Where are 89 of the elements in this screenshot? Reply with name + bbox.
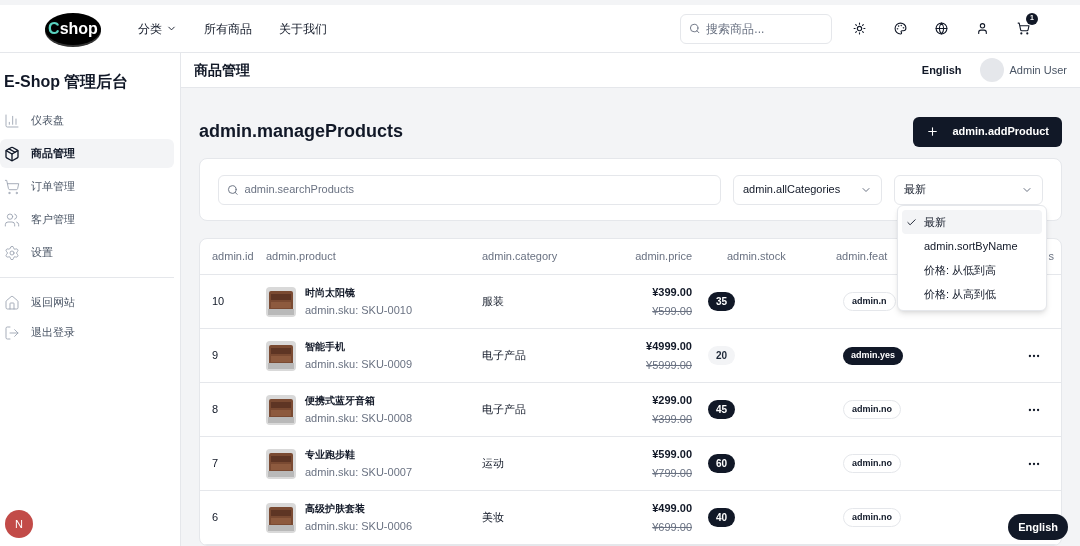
box-icon	[4, 145, 20, 162]
sidebar-item[interactable]: 返回网站	[0, 288, 180, 317]
sidebar-item[interactable]: 商品管理	[0, 139, 174, 168]
menu-item[interactable]: admin.sortByName	[902, 234, 1042, 258]
stock-badge: 40	[708, 508, 736, 527]
original-price: ¥399.00	[652, 411, 692, 427]
table-cell-text: 7	[211, 456, 220, 472]
product-sku: admin.sku: SKU-0010	[305, 302, 412, 318]
original-price: ¥5999.00	[646, 357, 692, 373]
column-header: admin.category	[482, 249, 559, 265]
globe-button[interactable]	[934, 21, 948, 36]
price: ¥299.00	[652, 393, 692, 408]
sidebar-item[interactable]: 客户管理	[0, 205, 174, 234]
column-header: admin.product	[266, 249, 337, 265]
logout-icon	[4, 324, 20, 341]
search-input[interactable]: admin.searchProducts	[244, 181, 712, 198]
product-name: 专业跑步鞋	[305, 447, 356, 462]
home-icon	[4, 294, 20, 311]
add-product-button[interactable]: admin.addProduct	[913, 116, 1062, 147]
sort-select[interactable]: 最新	[894, 174, 1043, 205]
avatar-button[interactable]: N	[5, 510, 33, 538]
search-field[interactable]: 搜索商品...	[680, 13, 832, 44]
stock-badge: 35	[708, 292, 736, 311]
price: ¥599.00	[652, 447, 692, 462]
cart-icon	[4, 178, 20, 195]
table-cell-text: 9	[211, 348, 220, 364]
product-sku: admin.sku: SKU-0009	[305, 356, 412, 372]
stock-badge: 60	[708, 454, 736, 473]
menu-item[interactable]: 价格: 从高到低	[902, 282, 1042, 306]
price: ¥499.00	[652, 501, 692, 516]
logo[interactable]: Cshop	[45, 12, 101, 45]
palette-button[interactable]	[893, 21, 907, 36]
column-header: s	[1047, 249, 1055, 265]
table-cell-text: 服装	[482, 294, 505, 310]
sidebar-item[interactable]: 退出登录	[0, 318, 180, 347]
search-icon	[689, 22, 701, 35]
stock-badge: 45	[708, 400, 736, 419]
check-icon	[906, 216, 917, 228]
original-price: ¥699.00	[652, 519, 692, 535]
category-select[interactable]: admin.allCategories	[733, 174, 882, 205]
column-header: admin.id	[211, 249, 255, 265]
product-sku: admin.sku: SKU-0008	[305, 410, 412, 426]
table-cell-text: 10	[211, 294, 226, 310]
price: ¥399.00	[652, 285, 692, 300]
menu-item[interactable]: 价格: 从低到高	[902, 258, 1042, 282]
page-title: admin.manageProducts	[199, 120, 404, 143]
table-cell-text: 电子产品	[482, 402, 527, 418]
nav-link[interactable]: 分类	[138, 19, 177, 38]
table-cell-text: 6	[211, 510, 220, 526]
sidebar-item[interactable]: 订单管理	[0, 172, 174, 201]
column-header: admin.stock	[726, 249, 787, 265]
column-header: admin.feat	[836, 249, 889, 265]
product-sku: admin.sku: SKU-0006	[305, 518, 412, 534]
nav-link[interactable]: 关于我们	[279, 19, 327, 38]
sidebar-title: E-Shop 管理后台	[3, 72, 130, 92]
cart-button[interactable]	[1016, 21, 1030, 36]
table-cell-text: 8	[211, 402, 220, 418]
table-cell-text: 美妆	[482, 510, 505, 526]
column-header: admin.price	[634, 249, 692, 265]
original-price: ¥799.00	[652, 465, 692, 481]
sun-button[interactable]	[852, 21, 866, 36]
menu-item[interactable]: 最新	[902, 210, 1042, 234]
table-cell-text: 电子产品	[482, 348, 527, 364]
sidebar-item[interactable]: 仪表盘	[0, 106, 174, 135]
stock-badge: 20	[708, 346, 736, 365]
product-sku: admin.sku: SKU-0007	[305, 464, 412, 480]
original-price: ¥599.00	[652, 303, 692, 319]
search-input[interactable]: 搜索商品...	[706, 19, 823, 38]
user-button[interactable]	[975, 21, 989, 36]
search-icon	[227, 183, 239, 196]
product-name: 高级护肤套装	[305, 501, 366, 516]
language-button[interactable]: English	[921, 61, 962, 79]
users-icon	[4, 211, 20, 228]
sidebar-item[interactable]: 设置	[0, 238, 174, 267]
search-field[interactable]: admin.searchProducts	[218, 174, 721, 205]
table-cell-text: 运动	[482, 456, 505, 472]
nav-link[interactable]: 所有商品	[204, 19, 252, 38]
page-header-title: 商品管理	[194, 60, 250, 80]
user-name: Admin User	[1009, 62, 1067, 78]
language-button[interactable]: English	[1008, 514, 1068, 540]
featured-badge: admin.yes	[843, 347, 904, 365]
product-name: 便携式蓝牙音箱	[305, 393, 376, 408]
price: ¥4999.00	[646, 339, 692, 354]
bar-chart-icon	[4, 112, 20, 129]
product-name: 时尚太阳镜	[305, 285, 356, 300]
user-avatar	[979, 58, 1004, 82]
plus-icon	[926, 125, 940, 138]
product-name: 智能手机	[305, 339, 346, 354]
settings-icon	[4, 244, 20, 261]
